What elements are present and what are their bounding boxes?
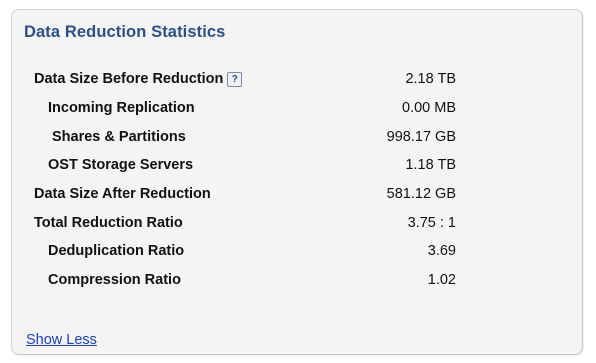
stat-row-compression-ratio: Compression Ratio 1.02 (12, 266, 582, 295)
stat-value: 998.17 GB (386, 128, 456, 145)
stat-row-deduplication-ratio: Deduplication Ratio 3.69 (12, 237, 582, 266)
stat-value: 3.75 : 1 (407, 214, 456, 231)
stat-row-data-size-before-reduction: Data Size Before Reduction ? 2.18 TB (12, 65, 582, 94)
stat-label: Data Size Before Reduction ? (12, 71, 243, 88)
stat-label-text: Data Size Before Reduction (34, 71, 224, 88)
help-icon[interactable]: ? (227, 71, 243, 87)
statistics-list: Data Size Before Reduction ? 2.18 TB Inc… (12, 65, 582, 295)
stat-row-ost-storage-servers: OST Storage Servers 1.18 TB (12, 151, 582, 180)
stat-value: 1.02 (427, 272, 456, 289)
show-less-link[interactable]: Show Less (26, 332, 97, 348)
stat-value: 3.69 (427, 243, 456, 260)
stat-label: Deduplication Ratio (48, 243, 185, 260)
stat-label: Incoming Replication (48, 100, 195, 117)
stat-row-total-reduction-ratio: Total Reduction Ratio 3.75 : 1 (12, 208, 582, 237)
data-reduction-statistics-panel: Data Reduction Statistics Data Size Befo… (11, 9, 583, 355)
stat-value: 0.00 MB (402, 100, 456, 117)
stat-row-incoming-replication: Incoming Replication 0.00 MB (12, 94, 582, 123)
stat-value: 2.18 TB (405, 71, 456, 88)
stat-label: Total Reduction Ratio (34, 214, 183, 231)
panel-title: Data Reduction Statistics (24, 23, 226, 41)
stat-label: Data Size After Reduction (34, 186, 211, 203)
stat-label: Compression Ratio (48, 272, 181, 289)
stat-value: 1.18 TB (405, 157, 456, 174)
stat-label: OST Storage Servers (48, 157, 194, 174)
stat-label: Shares & Partitions (52, 128, 186, 145)
stat-row-shares-partitions: Shares & Partitions 998.17 GB (12, 122, 582, 151)
stat-value: 581.12 GB (386, 186, 456, 203)
stat-row-data-size-after-reduction: Data Size After Reduction 581.12 GB (12, 180, 582, 209)
